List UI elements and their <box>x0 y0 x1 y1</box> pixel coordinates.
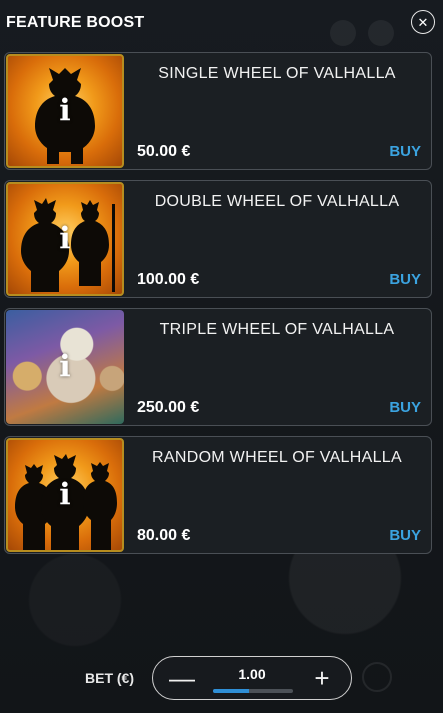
feature-card-single: i SINGLE WHEEL OF VALHALLA 50.00 € BUY <box>4 52 432 170</box>
feature-thumbnail[interactable]: i <box>6 182 124 296</box>
close-button[interactable]: ✕ <box>411 10 435 34</box>
header: FEATURE BOOST ✕ <box>0 0 443 48</box>
info-icon: i <box>59 221 71 257</box>
feature-card-double: i DOUBLE WHEEL OF VALHALLA 100.00 € BUY <box>4 180 432 298</box>
bet-slider[interactable] <box>213 689 293 693</box>
faded-grid-icon <box>368 20 394 46</box>
feature-price: 250.00 € <box>137 399 200 416</box>
info-icon: i <box>59 477 71 513</box>
bet-label: BET (€) <box>85 670 134 686</box>
feature-name: SINGLE WHEEL OF VALHALLA <box>158 65 396 82</box>
plus-icon: + <box>314 663 330 693</box>
feature-thumbnail[interactable]: i <box>6 54 124 168</box>
bet-slider-fill <box>213 689 249 693</box>
bet-stepper: — 1.00 + <box>152 656 352 700</box>
feature-card-random: i RANDOM WHEEL OF VALHALLA 80.00 € BUY <box>4 436 432 554</box>
feature-name: DOUBLE WHEEL OF VALHALLA <box>154 193 400 210</box>
feature-price: 100.00 € <box>137 271 200 288</box>
buy-button[interactable]: BUY <box>389 143 421 160</box>
info-icon: i <box>59 93 71 129</box>
buy-button[interactable]: BUY <box>389 271 421 288</box>
feature-price: 50.00 € <box>137 143 191 160</box>
feature-price: 80.00 € <box>137 527 191 544</box>
feature-name: RANDOM WHEEL OF VALHALLA <box>152 449 402 466</box>
close-icon: ✕ <box>417 14 429 30</box>
feature-card-triple: i TRIPLE WHEEL OF VALHALLA 250.00 € BUY <box>4 308 432 426</box>
feature-thumbnail[interactable]: i <box>6 438 124 552</box>
info-icon: i <box>59 349 71 385</box>
faded-refresh-icon <box>362 662 392 692</box>
buy-button[interactable]: BUY <box>389 399 421 416</box>
page-title: FEATURE BOOST <box>6 14 145 31</box>
increase-bet-button[interactable]: + <box>307 663 337 693</box>
buy-button[interactable]: BUY <box>389 527 421 544</box>
faded-menu-icon <box>330 20 356 46</box>
feature-name: TRIPLE WHEEL OF VALHALLA <box>159 321 395 338</box>
feature-thumbnail[interactable]: i <box>6 310 124 424</box>
